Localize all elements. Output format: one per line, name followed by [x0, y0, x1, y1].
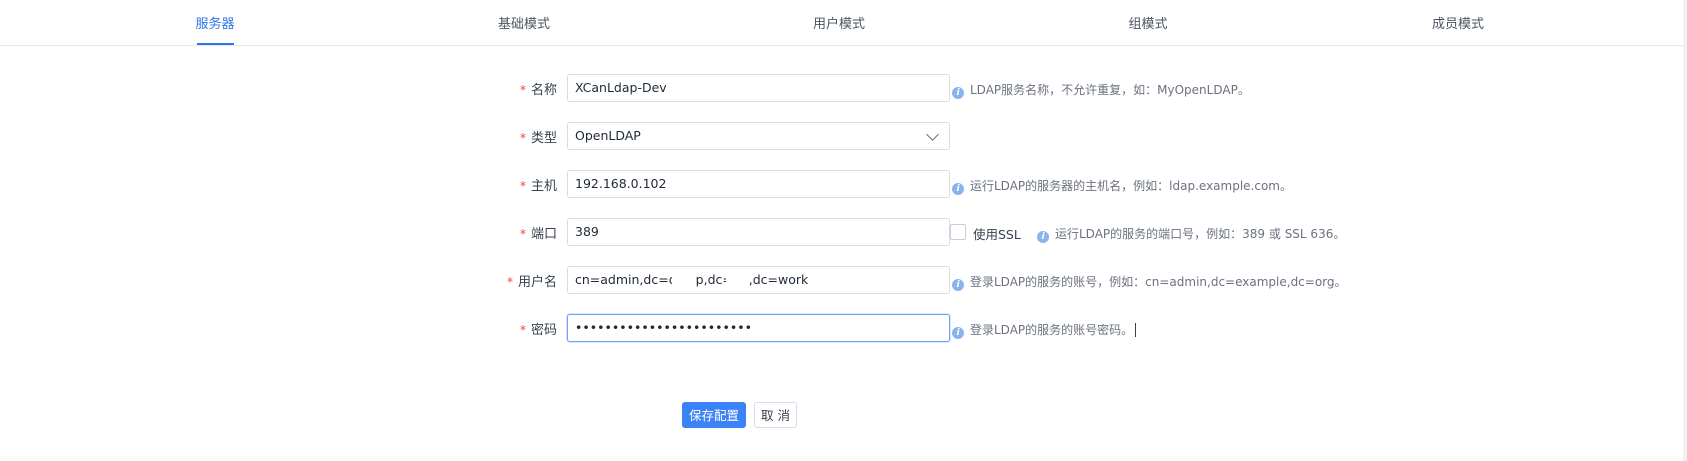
port-label: * 端口	[519, 227, 557, 242]
required-mark: *	[519, 83, 526, 97]
tab-base-schema[interactable]: 基础模式	[498, 13, 550, 32]
type-label: * 类型	[519, 131, 557, 146]
tab-member-schema[interactable]: 成员模式	[1432, 13, 1484, 32]
form-row-username: * 用户名 cn=admin,dc=dev p,dc=. ..,dc=work i…	[0, 266, 1683, 294]
page-scroll-gutter	[1683, 0, 1687, 461]
name-input[interactable]: XCanLdap-Dev	[567, 74, 950, 102]
info-icon: i	[952, 87, 964, 99]
type-select[interactable]: OpenLDAP	[567, 122, 950, 150]
save-config-button[interactable]: 保存配置	[682, 402, 746, 428]
password-input[interactable]: ••••••••••••••••••••••••	[567, 314, 950, 342]
port-input[interactable]: 389	[567, 218, 950, 246]
use-ssl-checkbox[interactable]	[950, 224, 966, 240]
use-ssl-label[interactable]: 使用SSL	[973, 224, 1021, 243]
form-row-port: * 端口 389 使用SSL i 运行LDAP的服务的端口号，例如：389 或 SS…	[0, 218, 1683, 246]
active-tab-indicator	[197, 43, 234, 45]
required-mark: *	[519, 179, 526, 193]
host-input[interactable]: 192.168.0.102	[567, 170, 950, 198]
form-row-name: * 名称 XCanLdap-Dev i LDAP服务名称，不允许重复，如：MyOpe…	[0, 74, 1683, 102]
name-hint: i LDAP服务名称，不允许重复，如：MyOpenLDAP。	[952, 81, 1250, 99]
username-input[interactable]: cn=admin,dc=dev p,dc=. ..,dc=work	[567, 266, 950, 294]
host-hint: i 运行LDAP的服务器的主机名，例如：ldap.example.com。	[952, 177, 1292, 195]
chevron-down-icon[interactable]	[926, 128, 939, 141]
name-label: * 名称	[519, 83, 557, 98]
type-select-value: OpenLDAP	[575, 128, 641, 143]
tab-server[interactable]: 服务器	[195, 13, 234, 32]
required-mark: *	[519, 323, 526, 337]
info-icon: i	[952, 279, 964, 291]
port-hint: i 运行LDAP的服务的端口号，例如：389 或 SSL 636。	[1037, 225, 1345, 243]
form-row-type: * 类型 OpenLDAP	[0, 122, 1683, 150]
username-hint: i 登录LDAP的服务的账号，例如：cn=admin,dc=example,dc=…	[952, 273, 1347, 291]
redaction-mask	[672, 268, 694, 290]
password-hint: i 登录LDAP的服务的账号密码。	[952, 321, 1137, 339]
required-mark: *	[519, 131, 526, 145]
tab-bar: 服务器 基础模式 用户模式 组模式 成员模式	[0, 0, 1683, 46]
info-icon: i	[1037, 231, 1049, 243]
host-label: * 主机	[519, 179, 557, 194]
required-mark: *	[506, 275, 513, 289]
ldap-config-panel: 服务器 基础模式 用户模式 组模式 成员模式 * 名称 XCanLdap-Dev …	[0, 0, 1683, 461]
info-icon: i	[952, 183, 964, 195]
required-mark: *	[519, 227, 526, 241]
password-label: * 密码	[519, 323, 557, 338]
form-row-password: * 密码 •••••••••••••••••••••••• i 登录LDAP的服务的…	[0, 314, 1683, 342]
form-row-host: * 主机 192.168.0.102 i 运行LDAP的服务器的主机名，例如：lda…	[0, 170, 1683, 198]
redaction-mask	[726, 268, 748, 290]
username-label: * 用户名	[506, 275, 557, 290]
cancel-button[interactable]: 取 消	[754, 402, 797, 428]
text-cursor	[1135, 323, 1137, 337]
tab-group-schema[interactable]: 组模式	[1128, 13, 1167, 32]
info-icon: i	[952, 327, 964, 339]
tab-user-schema[interactable]: 用户模式	[813, 13, 865, 32]
